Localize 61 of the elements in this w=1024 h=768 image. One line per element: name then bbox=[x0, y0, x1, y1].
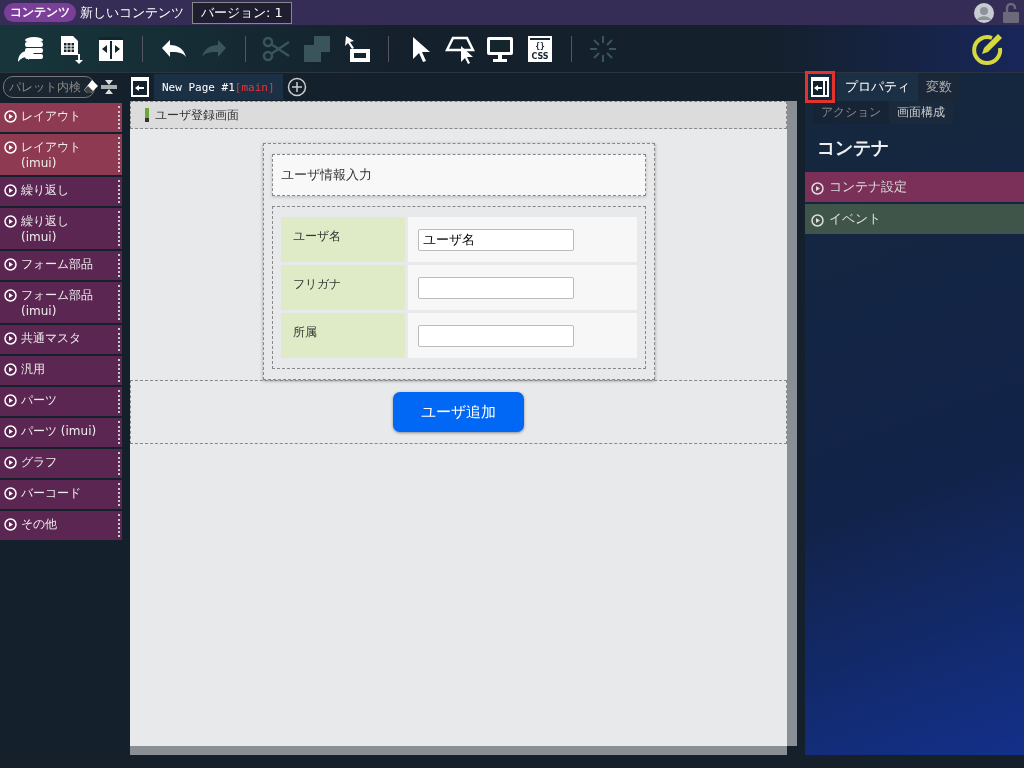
palette-item[interactable]: 繰り返し bbox=[0, 177, 122, 206]
play-icon bbox=[4, 487, 17, 500]
properties-section[interactable]: イベント bbox=[805, 204, 1024, 234]
play-icon bbox=[4, 332, 17, 345]
palette-item[interactable]: バーコード bbox=[0, 480, 122, 509]
page-title: ユーザ登録画面 bbox=[155, 106, 239, 124]
play-icon bbox=[4, 110, 17, 123]
panel-collapse-icon[interactable] bbox=[130, 76, 150, 98]
avatar-icon[interactable] bbox=[974, 2, 994, 23]
page-tab[interactable]: New Page #1[main] bbox=[154, 74, 283, 100]
form-title: ユーザ情報入力 bbox=[280, 166, 372, 184]
bar-icon bbox=[145, 108, 149, 122]
play-icon bbox=[4, 363, 17, 376]
palette-item[interactable]: グラフ bbox=[0, 449, 122, 478]
palette-item[interactable]: レイアウト (imui) bbox=[0, 134, 122, 175]
scrollbar[interactable] bbox=[130, 746, 787, 755]
play-icon bbox=[4, 215, 17, 228]
paste-icon[interactable] bbox=[342, 33, 372, 64]
palette-item[interactable]: パーツ (imui) bbox=[0, 418, 122, 447]
content-title: 新しいコンテンツ bbox=[80, 3, 184, 22]
palette-item[interactable]: 汎用 bbox=[0, 356, 122, 385]
field-label: 所属 bbox=[280, 313, 405, 358]
palette-item[interactable]: その他 bbox=[0, 511, 122, 540]
play-icon bbox=[4, 289, 17, 302]
eraser-icon[interactable] bbox=[83, 79, 99, 95]
collapse-icon[interactable] bbox=[101, 77, 117, 97]
play-icon bbox=[4, 425, 17, 438]
input-field[interactable] bbox=[417, 276, 574, 299]
play-icon bbox=[4, 518, 17, 531]
play-icon bbox=[4, 258, 17, 271]
pencil-circle-icon[interactable] bbox=[970, 31, 1004, 66]
palette-item[interactable]: 共通マスタ bbox=[0, 325, 122, 354]
add-user-button[interactable]: ユーザ追加 bbox=[393, 392, 524, 432]
field-label: ユーザ名 bbox=[280, 217, 405, 262]
content-badge: コンテンツ bbox=[4, 3, 76, 22]
add-icon[interactable] bbox=[286, 77, 307, 97]
css-icon[interactable]: {} CSS bbox=[525, 33, 555, 64]
scrollbar[interactable] bbox=[787, 101, 797, 746]
palette-search-field[interactable]: パレット内検 bbox=[3, 76, 95, 98]
properties-subtab[interactable]: 画面構成 bbox=[889, 101, 953, 124]
palette-item[interactable]: レイアウト bbox=[0, 103, 122, 132]
play-icon bbox=[4, 141, 17, 154]
input-field[interactable]: ユーザ名 bbox=[417, 228, 574, 251]
properties-tab[interactable]: プロパティ bbox=[837, 73, 918, 101]
play-icon bbox=[811, 181, 824, 195]
properties-heading: コンテナ bbox=[816, 136, 890, 160]
palette-item[interactable]: フォーム部品 bbox=[0, 251, 122, 280]
field-label: フリガナ bbox=[280, 265, 405, 310]
play-icon bbox=[4, 184, 17, 197]
version-label: バージョン: 1 bbox=[192, 1, 292, 24]
lock-icon[interactable] bbox=[1002, 1, 1020, 24]
play-icon bbox=[4, 456, 17, 469]
properties-subtab[interactable]: アクション bbox=[813, 101, 889, 124]
palette-item[interactable]: フォーム部品 (imui) bbox=[0, 282, 122, 323]
properties-tab[interactable]: 変数 bbox=[918, 73, 960, 101]
properties-section[interactable]: コンテナ設定 bbox=[805, 172, 1024, 202]
palette-item[interactable]: パーツ bbox=[0, 387, 122, 416]
play-icon bbox=[811, 213, 824, 227]
palette-item[interactable]: 繰り返し (imui) bbox=[0, 208, 122, 249]
play-icon bbox=[4, 394, 17, 407]
input-field[interactable] bbox=[417, 324, 574, 347]
